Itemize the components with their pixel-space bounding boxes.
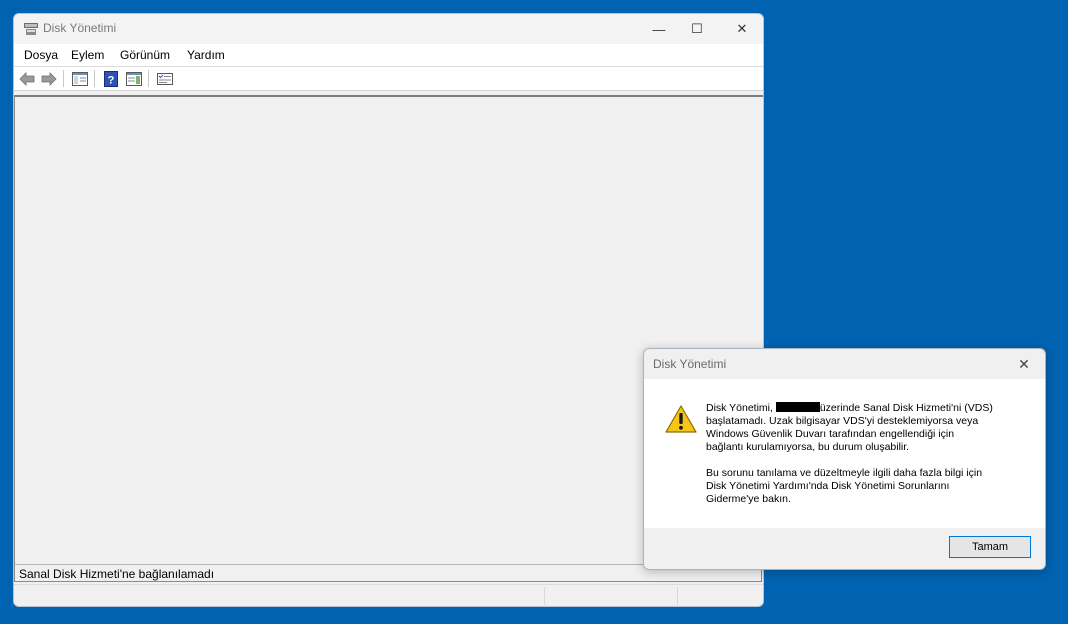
window-title: Disk Yönetimi [43,21,117,35]
maximize-button[interactable]: ☐ [674,14,720,44]
close-icon: ✕ [1018,355,1030,372]
toolbar-separator [63,70,64,87]
title-bar[interactable]: Disk Yönetimi — ☐ ✕ [14,14,763,44]
show-hide-console-tree-button[interactable] [71,70,89,87]
close-icon: ✕ [736,21,748,36]
help-icon: ? [104,70,118,87]
properties-button[interactable] [156,70,174,87]
forward-button[interactable] [40,70,58,87]
help-button[interactable]: ? [102,70,120,87]
status-bar-divider [544,587,545,605]
dialog-message-intro: Disk Yönetimi, [706,402,776,414]
forward-icon [41,71,57,86]
show-action-pane-button[interactable] [125,70,143,87]
minimize-icon: — [652,21,666,37]
dialog-close-button[interactable]: ✕ [1009,351,1039,377]
status-bar [14,584,763,606]
svg-text:?: ? [108,74,115,86]
dialog-message: Disk Yönetimi, üzerinde Sanal Disk Hizme… [706,402,1031,506]
warning-icon [665,405,697,433]
menu-gorunum[interactable]: Görünüm [120,48,170,62]
dialog-title: Disk Yönetimi [653,357,727,371]
dialog-message-help: Bu sorunu tanılama ve düzeltmeyle ilgili… [706,467,983,505]
toolbar: ? [14,67,763,91]
show-action-pane-icon [126,71,142,86]
menu-yardim[interactable]: Yardım [187,48,225,62]
toolbar-separator [94,70,95,87]
menu-eylem[interactable]: Eylem [71,48,104,62]
disk-management-app-icon [24,23,38,35]
menu-bar: Dosya Eylem Görünüm Yardım [14,44,763,67]
properties-icon [157,72,173,85]
connection-status-text: Sanal Disk Hizmeti'ne bağlanılamadı [19,567,215,581]
redacted-computer-name [775,402,820,412]
error-dialog: Disk Yönetimi ✕ Disk Yönetimi, üzerinde … [643,348,1046,570]
close-button[interactable]: ✕ [719,14,763,44]
back-icon [19,71,35,86]
toolbar-separator [148,70,149,87]
ok-button[interactable]: Tamam [949,536,1031,558]
maximize-icon: ☐ [691,21,703,36]
back-button[interactable] [18,70,36,87]
show-hide-console-tree-icon [72,71,88,86]
status-bar-divider [677,587,678,605]
dialog-body: Disk Yönetimi, üzerinde Sanal Disk Hizme… [644,379,1045,528]
menu-dosya[interactable]: Dosya [24,48,58,62]
